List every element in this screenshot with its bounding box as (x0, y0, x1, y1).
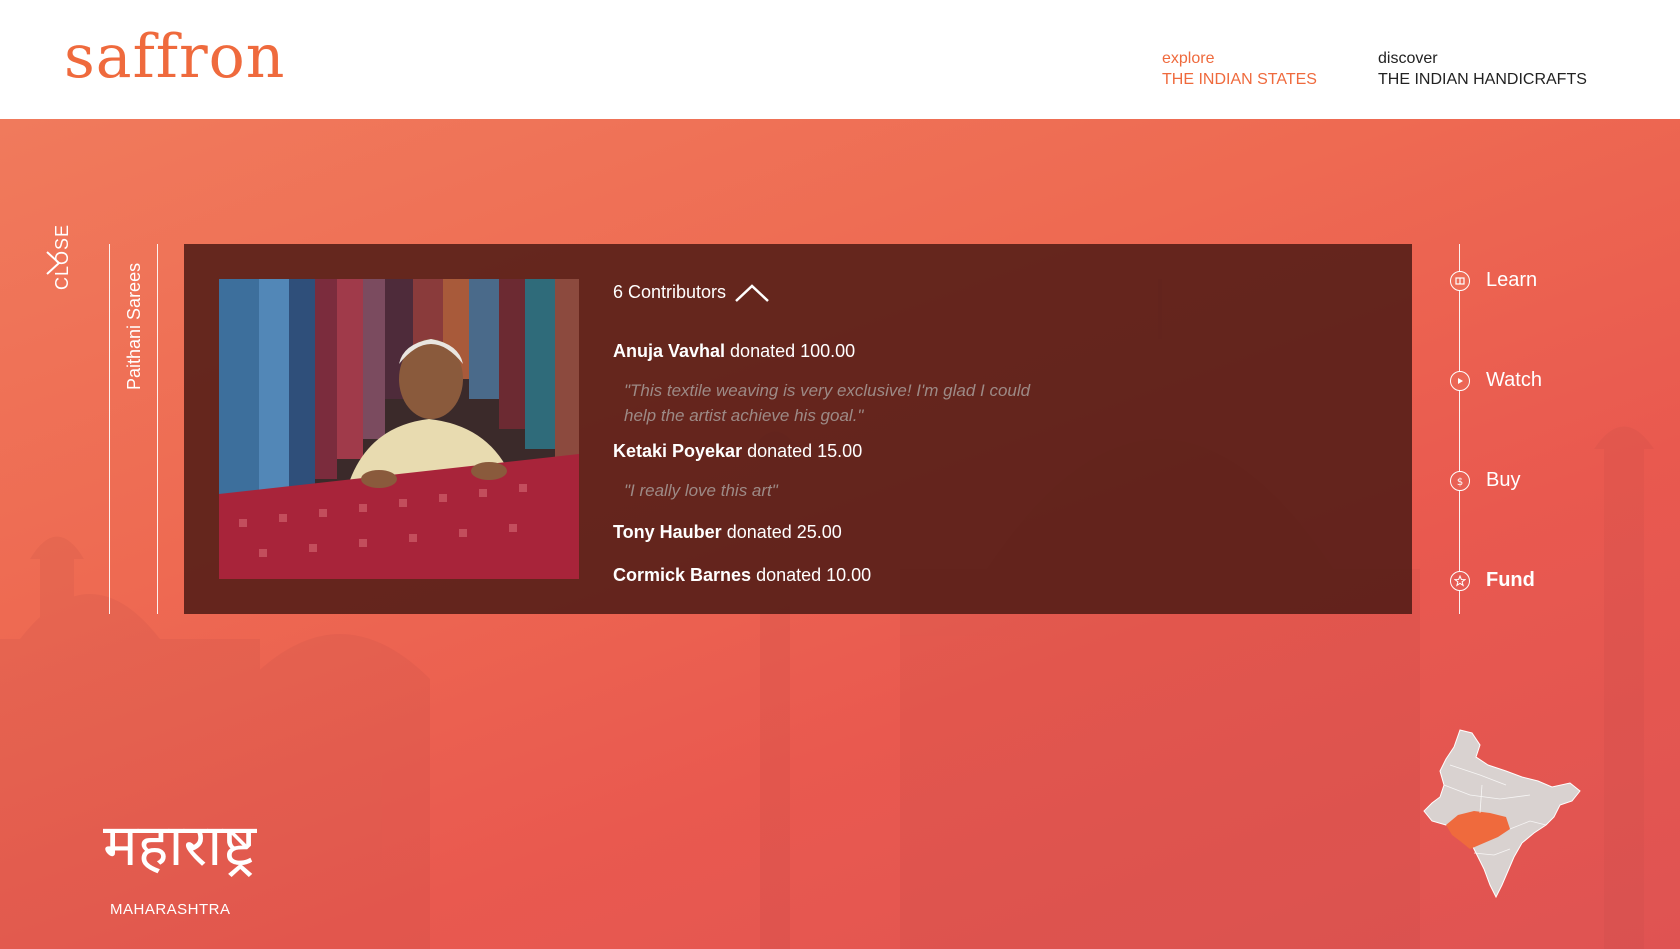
donor-action: donated (725, 341, 801, 361)
donor-entry: Tony Hauber donated 25.00 (613, 521, 1033, 543)
state-name: MAHARASHTRA (110, 901, 231, 918)
donor-quote: "I really love this art" (624, 481, 778, 500)
svg-text:$: $ (1457, 477, 1463, 487)
menu-label-watch: Watch (1486, 369, 1542, 391)
nav-explore-indian-states[interactable]: explore THE INDIAN STATES (1162, 48, 1317, 90)
donor-amount: 10.00 (826, 565, 872, 585)
close-label[interactable]: CLOSE (52, 224, 73, 290)
chevron-up-icon[interactable] (734, 283, 770, 303)
state-devanagari-title: महाराष्ट्र (103, 813, 257, 879)
menu-label-learn: Learn (1486, 269, 1538, 291)
donor-action: donated (751, 565, 827, 585)
nav-discover-big: THE INDIAN HANDICRAFTS (1378, 71, 1587, 88)
nav-explore-small: explore (1162, 50, 1215, 67)
menu-label-buy: Buy (1486, 469, 1521, 491)
donor-entry: Cormick Barnes donated 10.00 (613, 564, 1033, 586)
dollar-icon: $ (1450, 470, 1470, 491)
donor-name: Tony Hauber (613, 522, 722, 542)
menu-item-buy[interactable]: $ Buy (1450, 469, 1520, 492)
nav-discover-small: discover (1378, 50, 1438, 67)
nav-explore-big: THE INDIAN STATES (1162, 71, 1317, 88)
donor-amount: 25.00 (796, 522, 842, 542)
menu-label-fund: Fund (1486, 569, 1535, 591)
india-outline (1423, 729, 1581, 899)
artisan-photo-illustration (219, 279, 579, 579)
donor-quote: "This textile weaving is very exclusive!… (624, 381, 1031, 425)
artisan-photo (219, 279, 579, 579)
contributors-count: 6 Contributors (613, 282, 727, 302)
contributors-header: 6 Contributors (613, 282, 770, 303)
donor-entry: Ketaki Poyekar donated 15.00 (613, 440, 1033, 462)
india-map-icon[interactable] (1410, 725, 1590, 905)
donor-amount: 100.00 (800, 341, 856, 361)
left-divider-line (109, 244, 110, 614)
donor-list: Anuja Vavhal donated 100.00 "This textil… (613, 340, 1033, 586)
donor-name: Cormick Barnes (613, 565, 752, 585)
donor-action: donated (721, 522, 797, 542)
left-divider-line-2 (157, 244, 158, 614)
saffron-logo[interactable]: saffron (64, 22, 285, 92)
donor-entry: Anuja Vavhal donated 100.00 (613, 340, 1033, 362)
star-icon (1450, 570, 1470, 591)
book-icon (1450, 270, 1470, 291)
donor-name: Ketaki Poyekar (613, 441, 743, 461)
donor-action: donated (742, 441, 818, 461)
menu-item-learn[interactable]: Learn (1450, 269, 1537, 292)
contributors-card: 6 Contributors Anuja Vavhal donated 100.… (184, 244, 1412, 614)
menu-item-watch[interactable]: Watch (1450, 369, 1542, 392)
state-devanagari-text: महाराष्ट्र (103, 813, 257, 879)
category-label: Paithani Sarees (124, 262, 144, 390)
play-icon (1450, 370, 1470, 391)
header: saffron explore THE INDIAN STATES discov… (0, 0, 1680, 119)
nav-discover-handicrafts[interactable]: discover THE INDIAN HANDICRAFTS (1378, 48, 1587, 90)
donor-name: Anuja Vavhal (613, 341, 726, 361)
side-menu-line (1459, 244, 1460, 614)
donor-amount: 15.00 (817, 441, 863, 461)
menu-item-fund[interactable]: Fund (1450, 569, 1535, 592)
